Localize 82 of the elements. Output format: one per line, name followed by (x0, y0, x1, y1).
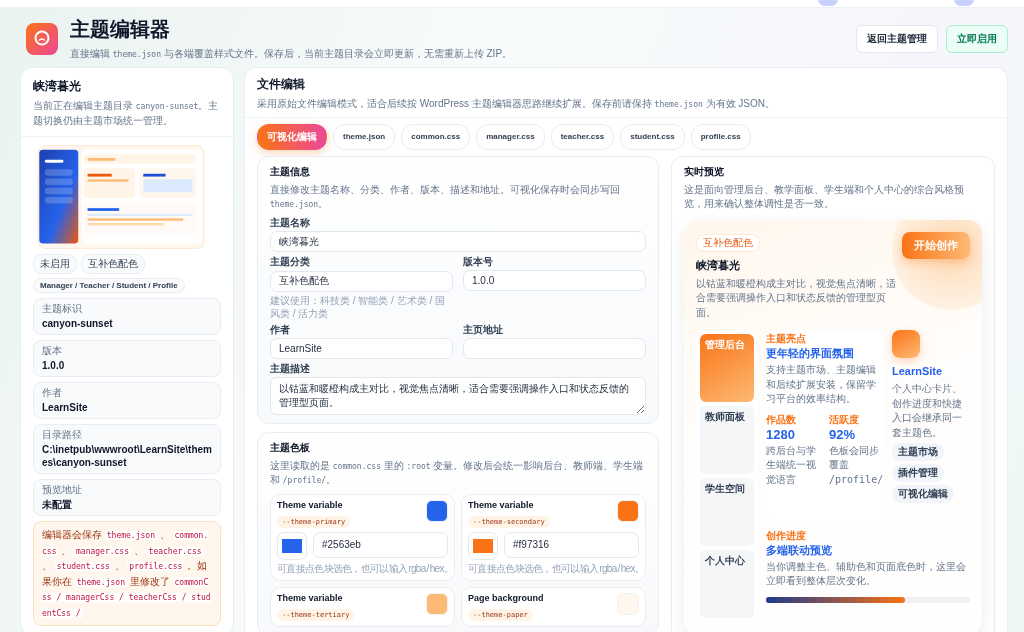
info-value: LearnSite (42, 401, 89, 414)
file-tab[interactable]: profile.css (690, 123, 751, 150)
stat-value: 1280 (766, 426, 796, 442)
category-tag: 互补色配色 (696, 233, 760, 252)
stat-value: 92% (829, 426, 857, 442)
theme-summary: 以钴蓝和暖橙构成主对比，视觉焦点清晰，适合需要强调操作入口和状态反馈的管理型页面。 (696, 276, 896, 320)
field-label: 主题分类 (270, 255, 311, 269)
file-tab[interactable]: teacher.css (550, 123, 615, 150)
input-field[interactable]: 1.0.0 (463, 270, 646, 291)
panel-description: 这是面向管理后台、教学面板、学生端和个人中心的综合风格预览，用来确认整体调性是否一致。 (684, 182, 965, 211)
field-label: 主题描述 (270, 361, 311, 376)
section-title: 文件编辑 (257, 76, 306, 93)
field-label: 作者 (270, 322, 291, 337)
color-value-field[interactable]: #f97316 (504, 531, 639, 558)
color-picker[interactable] (468, 531, 498, 560)
field-label: 版本号 (463, 255, 494, 269)
info-label: 主题标识 (42, 303, 83, 315)
stat-text: 色板会同步覆盖 /profile/ (829, 443, 884, 487)
panel-title: 主题色板 (270, 440, 311, 455)
nav-item[interactable]: 个人中心 (700, 550, 754, 618)
input-field[interactable] (463, 337, 646, 359)
brand-name: LearnSite (892, 365, 943, 377)
section-description: 采用原始文件编辑模式，适合后续按 WordPress 主题编辑器思路继续扩展。保存前请保持 theme.json 为有效 JSON。 (257, 97, 776, 111)
color-value-field[interactable]: #2563eb (313, 531, 448, 558)
progress-label: 创作进度 (766, 528, 807, 543)
file-tab[interactable]: common.css (401, 123, 471, 150)
panel-title: 主题信息 (270, 164, 311, 179)
color-title: Theme variable (468, 499, 535, 510)
info-value: canyon-sunset (42, 317, 114, 330)
info-value: 未配置 (42, 498, 73, 511)
highlight-label: 主题亮点 (766, 332, 807, 346)
field-hint: 可直接点色块选色，也可以输入 rgba / hex。 (277, 561, 448, 575)
color-title: Theme variable (277, 592, 344, 603)
theme-tag: Manager / Teacher / Student / Profile (33, 278, 185, 293)
color-title: Page background (468, 592, 544, 603)
theme-title: 峡湾暮光 (33, 78, 82, 95)
input-field[interactable]: 互补色配色 (270, 270, 453, 292)
shortcut-chip[interactable]: 主题市场 (892, 443, 944, 461)
info-label: 预览地址 (42, 484, 83, 496)
stat-label: 活跃度 (829, 412, 860, 427)
panel-description: 直接修改主题名称、分类、作者、版本、描述和地址。可视化保存时会同步写回 theme.json。 (270, 182, 621, 211)
theme-tag: 未启用 (33, 254, 77, 274)
page-subtitle: 直接编辑 theme.json 与各端覆盖样式文件。保存后，当前主题目录会立即更新，无需重新上传 ZIP。 (70, 47, 514, 61)
back-button[interactable]: 返回主题管理 (856, 24, 938, 53)
input-field[interactable]: LearnSite (270, 337, 453, 359)
field-label: 主题名称 (270, 215, 311, 230)
color-title: Theme variable (277, 499, 344, 510)
avatar-icon (892, 330, 920, 358)
enable-button[interactable]: 立即启用 (946, 24, 1008, 53)
info-label: 作者 (42, 387, 63, 399)
panel-title: 实时预览 (684, 164, 725, 179)
nav-item[interactable]: 学生空间 (700, 478, 754, 546)
stat-label: 作品数 (766, 412, 797, 427)
description-field[interactable]: 以钴蓝和暖橙构成主对比，视觉焦点清晰，适合需要强调操作入口和状态反馈的管理型页面。 (270, 376, 646, 415)
highlight-text: 支持主题市场、主题编辑和后续扩展安装，保留学习平台的效率结构。 (766, 363, 877, 406)
shortcut-chip[interactable]: 可视化编辑 (892, 485, 954, 503)
info-value: 1.0.0 (42, 359, 66, 372)
logo-icon (26, 22, 58, 55)
shortcut-chip[interactable]: 插件管理 (892, 464, 944, 482)
info-value: C:\inetpub\wwwroot\LearnSite\themes\canyon-sunset (42, 443, 212, 469)
info-label: 目录路径 (42, 429, 83, 441)
highlight-title: 更年轻的界面氛围 (766, 346, 855, 361)
stat-text: 跨后台与学生端统一视觉语言 (766, 443, 817, 487)
theme-tag: 互补色配色 (81, 254, 145, 274)
file-tab[interactable]: student.css (620, 123, 685, 150)
theme-name: 峡湾暮光 (696, 257, 741, 273)
field-hint: 可直接点色块选色，也可以输入 rgba / hex。 (468, 561, 639, 575)
page-title: 主题编辑器 (70, 17, 171, 42)
info-label: 版本 (42, 345, 63, 357)
profile-text: 个人中心卡片、创作进度和快捷入口会继承同一套主题色。 (892, 382, 963, 440)
field-hint: 建议使用：科技类 / 智能类 / 艺术类 / 国风类 / 活力类 (270, 293, 446, 320)
progress-text: 当你调整主色、辅助色和页面底色时，这里会立即看到整体层次变化。 (766, 559, 967, 588)
panel-description: 这里读取的是 common.css 里的 :root 变量。修改后会统一影响后台、教师端、学生端和 /profile/。 (270, 458, 645, 487)
input-field[interactable]: 峡湾暮光 (270, 231, 646, 252)
progress-title: 多端联动预览 (766, 542, 833, 558)
nav-item[interactable]: 教师面板 (700, 406, 754, 474)
file-tab[interactable]: theme.json (333, 123, 396, 150)
field-label: 主页地址 (463, 322, 504, 337)
file-tab[interactable]: manager.css (476, 123, 545, 150)
save-note: 编辑器会保存 theme.json 、 common.css 、 manager.css 、 teacher.css 、 student.css 、 profile.css 。如果你在 theme.json 里修改了 commonCss / managerCss / teacherCss / studentCss / (33, 521, 221, 626)
color-picker[interactable] (277, 531, 307, 560)
theme-description: 当前正在编辑主题目录 canyon-sunset。主题切换仍由主题市场统一管理。 (33, 99, 220, 128)
